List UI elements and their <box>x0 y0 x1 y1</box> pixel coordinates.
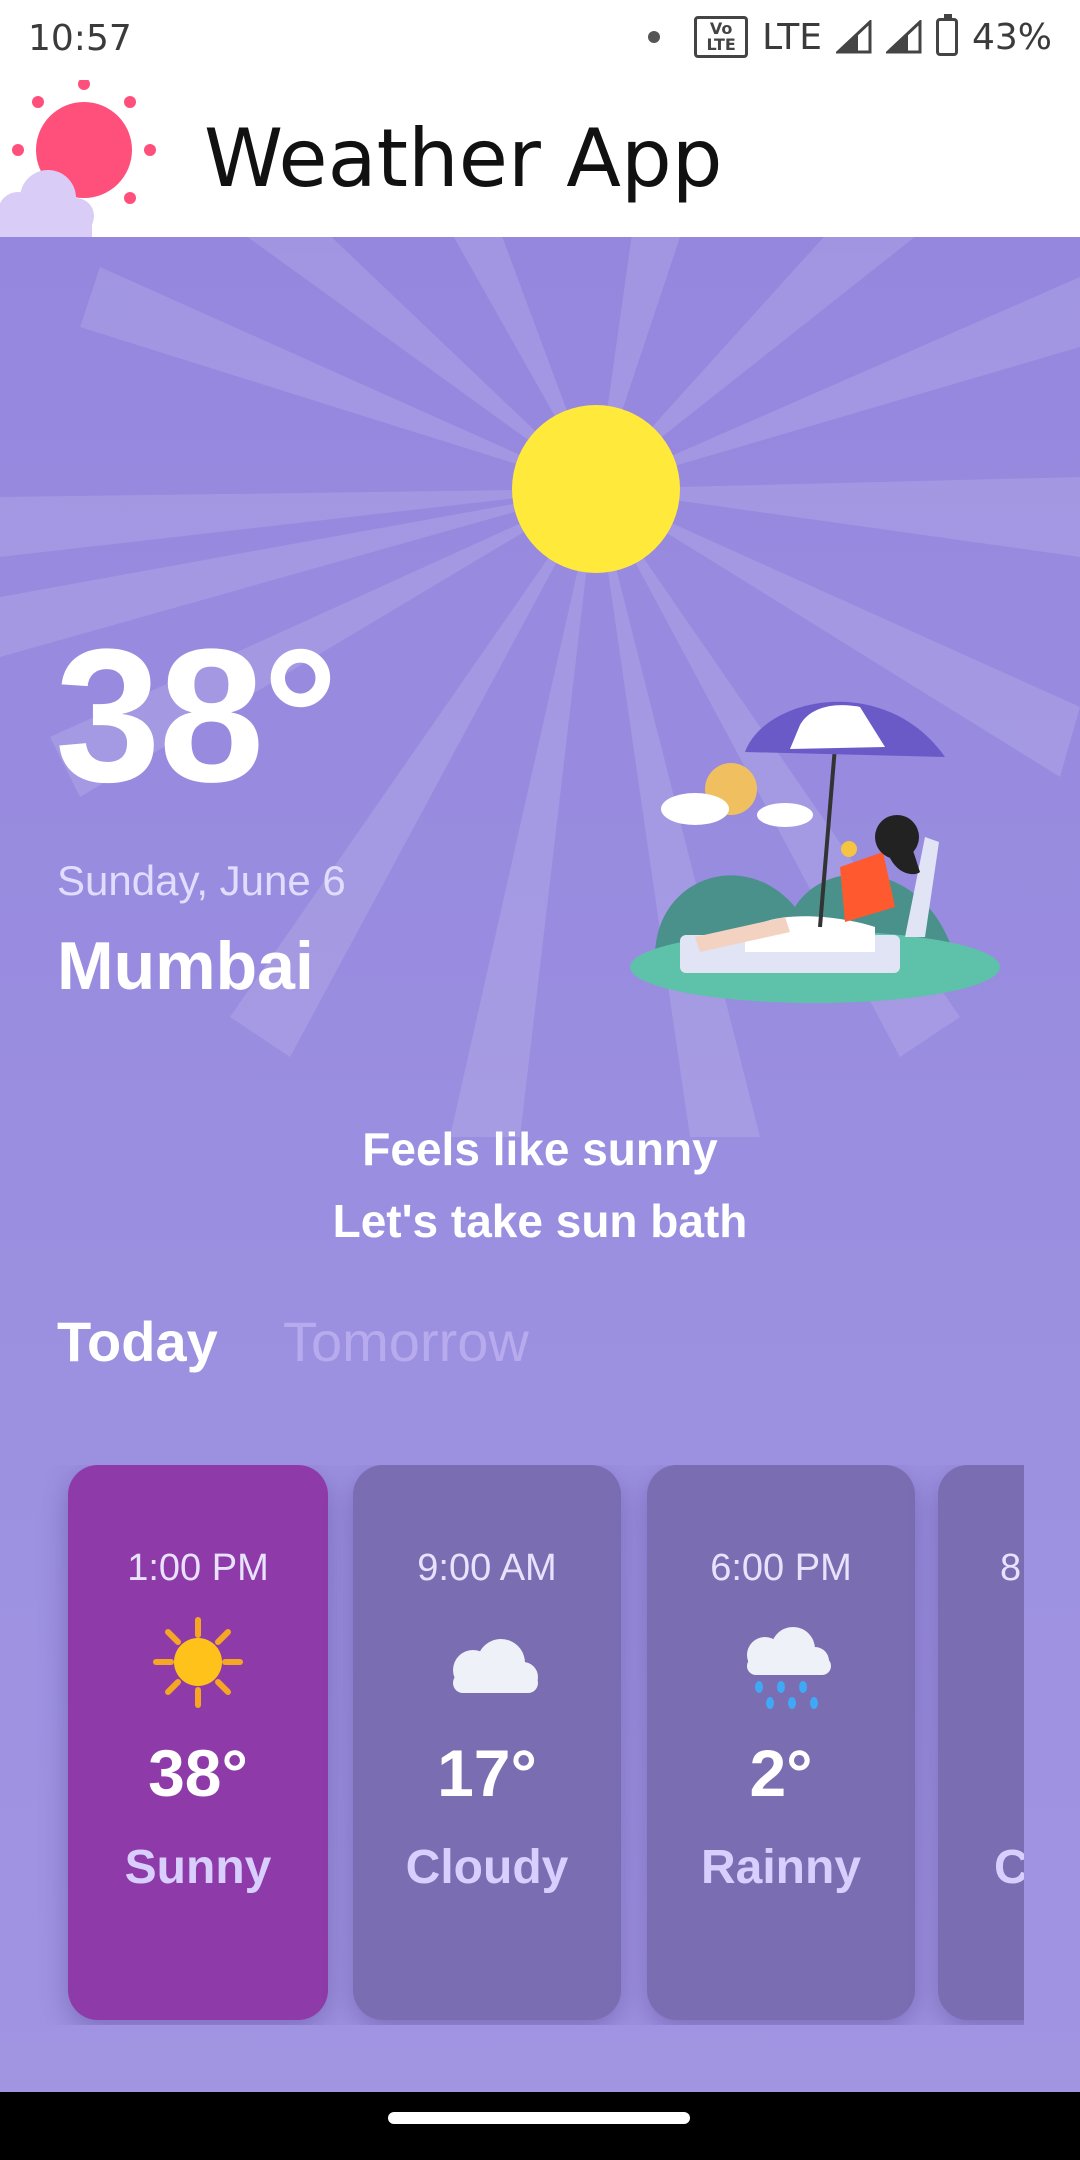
weather-message-line1: Feels like sunny <box>362 1123 718 1175</box>
forecast-time: 1:00 PM <box>127 1547 269 1589</box>
forecast-card[interactable]: 6:00 PM 2° Rainny <box>647 1465 915 2020</box>
network-type: LTE <box>762 16 822 58</box>
sun-icon <box>512 405 680 573</box>
forecast-cards: 1:00 PM 38° Sunny 9:00 AM 17° Cloudy 6:0… <box>0 1465 1024 2025</box>
beach-sunbath-illustration <box>630 701 1000 1003</box>
weather-main: 38° Sunday, June 6 Mumbai Feels like sun… <box>0 237 1080 2092</box>
forecast-card[interactable]: 9:00 AM 17° Cloudy <box>353 1465 621 2020</box>
forecast-condition: Rainny <box>700 1841 862 1894</box>
status-icons: Vo LTE LTE 43% <box>648 14 1052 58</box>
current-temperature: 38° <box>55 610 338 822</box>
app-title: Weather App <box>204 112 723 205</box>
forecast-temp: 38° <box>148 1736 248 1810</box>
forecast-card[interactable]: 1:00 PM 38° Sunny <box>68 1465 328 2020</box>
home-gesture-handle[interactable] <box>388 2112 690 2124</box>
battery-percent: 43% <box>971 16 1052 58</box>
tab-tomorrow[interactable]: Tomorrow <box>283 1309 529 1374</box>
cloud-icon <box>453 1639 538 1693</box>
rain-cloud-icon <box>747 1627 831 1709</box>
battery-icon <box>935 14 958 56</box>
current-date: Sunday, June 6 <box>57 857 346 904</box>
volte-icon: Vo LTE <box>694 16 749 58</box>
forecast-condition: Sunny <box>124 1841 272 1894</box>
tab-today[interactable]: Today <box>57 1309 218 1374</box>
signal-1-icon <box>835 20 872 54</box>
forecast-card[interactable]: 8 C <box>938 1465 1024 2020</box>
notification-dot-icon <box>648 31 661 43</box>
forecast-time: 9:00 AM <box>417 1547 557 1589</box>
app-bar: Weather App <box>0 80 1080 237</box>
forecast-condition: C <box>994 1841 1024 1894</box>
status-time: 10:57 <box>28 18 132 59</box>
forecast-condition: Cloudy <box>405 1841 569 1894</box>
sun-cloud-icon <box>0 80 156 237</box>
forecast-time: 6:00 PM <box>710 1547 852 1589</box>
city-name: Mumbai <box>57 928 314 1004</box>
navigation-bar <box>0 2092 1080 2160</box>
sun-icon <box>153 1617 243 1708</box>
status-bar: 10:57 Vo LTE LTE 43% <box>0 0 1080 80</box>
forecast-temp: 2° <box>749 1736 813 1810</box>
weather-message-line2: Let's take sun bath <box>332 1195 748 1247</box>
forecast-temp: 17° <box>437 1736 537 1810</box>
forecast-time: 8 <box>1000 1547 1022 1589</box>
signal-2-icon <box>885 20 922 54</box>
